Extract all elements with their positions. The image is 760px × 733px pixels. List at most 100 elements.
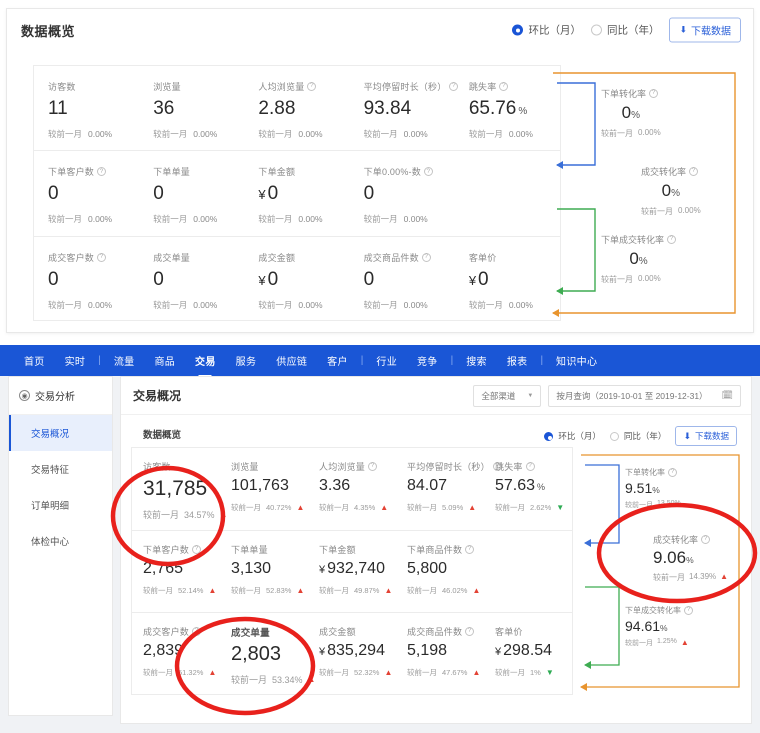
nav-item-14[interactable]: 报表 (497, 353, 538, 368)
metric-value: ¥298.54 (495, 642, 572, 660)
metric-label: 跳失率? (495, 460, 572, 473)
metric-label: 访客数 (48, 80, 139, 93)
top-metric-grid: 访客数 11 较前一月 0.00% 浏览量 36 较前一月 0.00% 人均浏览量? 2.88 较前… (33, 65, 561, 321)
metric-label-text: 平均停留时长（秒） (363, 82, 447, 92)
metric-row: 访客数 11 较前一月 0.00% 浏览量 36 较前一月 0.00% 人均浏览量? 2.88 较前… (34, 66, 560, 152)
metric-delta-label: 较前一月 (153, 299, 188, 310)
trend-up-icon: ▲ (296, 503, 305, 512)
top-data-overview-panel: 数据概览 环比（月） 同比（年） ⬇ 下载数据 访客数 11 较前一月 0.00% 浏览… (6, 8, 754, 333)
sidebar-item-3[interactable]: 体检中心 (9, 523, 112, 559)
metric-delta: 较前一月 34.57% ▲ (143, 508, 227, 521)
metric-value-number: 93.84 (363, 98, 412, 119)
metric-delta: 较前一月 1% ▼ (495, 667, 572, 678)
help-icon[interactable]: ? (97, 167, 107, 177)
help-icon[interactable]: ? (192, 627, 202, 637)
content-panel: 交易概况 全部渠道 ▼ 按月查询（2019-10-01 至 2019-12-31… (120, 376, 752, 724)
nav-item-6[interactable]: 服务 (226, 353, 267, 368)
metric-delta-value: 53.34% (272, 674, 303, 685)
nav-item-3[interactable]: 流量 (104, 353, 145, 368)
metric-delta: 较前一月 4.35% ▲ (319, 502, 396, 513)
metric-delta-value: 0.00% (88, 214, 113, 225)
help-icon[interactable]: ? (307, 82, 317, 91)
calendar-icon: 🗓 (721, 390, 733, 400)
help-icon[interactable]: ? (465, 544, 475, 554)
nav-item-7[interactable]: 供应链 (266, 353, 317, 368)
help-icon[interactable]: ? (525, 462, 535, 471)
nav-item-16[interactable]: 知识中心 (546, 353, 607, 368)
nav-item-1[interactable]: 实时 (55, 353, 96, 368)
date-range-picker[interactable]: 按月查询（2019-10-01 至 2019-12-31） 🗓 (548, 384, 741, 407)
metric-delta: 较前一月 0.00% (469, 128, 560, 140)
radio-year-over-year[interactable]: 同比（年） (590, 23, 659, 38)
help-icon[interactable]: ? (192, 544, 202, 554)
metric-value: ¥835,294 (319, 642, 396, 660)
download-data-button[interactable]: ⬇ 下载数据 (669, 17, 741, 43)
trend-up-icon: ▲ (720, 572, 729, 581)
help-icon[interactable]: ? (421, 252, 431, 262)
help-icon[interactable]: ? (684, 606, 693, 615)
help-icon[interactable]: ? (667, 235, 677, 244)
metric-delta-label: 较前一月 (231, 585, 261, 595)
nav-separator: | (540, 355, 544, 366)
trend-up-icon: ▲ (472, 585, 481, 595)
help-icon[interactable]: ? (423, 167, 433, 177)
metric-label: 下单商品件数? (407, 543, 484, 556)
channel-select[interactable]: 全部渠道 ▼ (473, 384, 542, 407)
lower-funnel-diagram: 下单转化率 ? 9.51% 较前一月 13.50% 成交转化率 ? 9.06% … (577, 447, 749, 695)
metric-label: 访客数 (143, 460, 220, 473)
currency-symbol: ¥ (495, 646, 502, 659)
help-icon[interactable]: ? (97, 252, 107, 262)
metric-unit: % (518, 106, 528, 117)
help-icon[interactable]: ? (701, 535, 711, 544)
help-icon[interactable]: ? (689, 167, 699, 176)
radio-month-over-month[interactable]: 环比（月） (544, 430, 601, 442)
nav-item-8[interactable]: 客户 (317, 353, 358, 368)
trend-up-icon: ▲ (468, 503, 477, 512)
download-data-button[interactable]: ⬇ 下载数据 (675, 426, 737, 446)
nav-item-5[interactable]: 交易 (185, 353, 226, 368)
sidebar-item-1[interactable]: 交易特征 (9, 451, 112, 487)
metric-delta-label: 较前一月 (407, 585, 437, 595)
main-navigation-bar: 首页 实时 | 流量 商品 交易 服务 供应链 客户 | 行业 竞争 | 搜索 报表 | 知识中心 (0, 345, 760, 376)
help-icon[interactable]: ? (499, 82, 509, 91)
metric-label-text: 访客数 (143, 462, 171, 472)
radio-label: 同比（年） (623, 431, 667, 441)
radio-dot-icon (512, 24, 524, 36)
radio-month-over-month[interactable]: 环比（月） (512, 23, 581, 38)
nav-item-11[interactable]: 竞争 (407, 353, 448, 368)
sidebar-item-2[interactable]: 订单明细 (9, 487, 112, 523)
metric-value-number: 835,294 (327, 642, 385, 660)
nav-item-10[interactable]: 行业 (366, 353, 407, 368)
metric-delta-value: 1% (530, 668, 541, 678)
metric-delta-value: 0.00% (508, 129, 533, 139)
metric-value: ¥0 (258, 269, 349, 291)
metric-delta-value: 0.00% (193, 214, 218, 225)
metric-delta-value: 0.00% (403, 214, 428, 225)
metric-cell: 下单单量 0 较前一月 0.00% (139, 151, 244, 235)
metric-delta: 较前一月 0.00% (364, 213, 455, 225)
nav-item-13[interactable]: 搜索 (456, 353, 497, 368)
help-icon[interactable]: ? (465, 627, 475, 637)
metric-delta-label: 较前一月 (143, 510, 180, 520)
nav-item-4[interactable]: 商品 (144, 353, 185, 368)
metric-delta-value: 4.35% (354, 503, 376, 512)
metric-delta-value: 52.32% (354, 668, 380, 678)
nav-item-0[interactable]: 首页 (14, 353, 55, 368)
metric-cell: 访客数 11 较前一月 0.00% (34, 66, 139, 150)
date-range-value: 按月查询（2019-10-01 至 2019-12-31） (556, 390, 708, 401)
funnel-item-order-deal-conversion: 下单成交转化率 ? 94.61% 较前一月 1.25% ▲ (625, 605, 693, 648)
metric-label-text: 下单单量 (153, 167, 191, 178)
channel-select-value: 全部渠道 (481, 390, 516, 401)
metric-label-text: 平均停留时长（秒） (407, 462, 490, 472)
metric-value-number: 101,763 (231, 477, 289, 494)
help-icon[interactable]: ? (668, 468, 677, 477)
help-icon[interactable]: ? (368, 462, 378, 471)
metric-delta-label: 较前一月 (231, 675, 268, 686)
sidebar-header-label: 交易分析 (35, 392, 75, 403)
sidebar-item-0[interactable]: 交易概况 (9, 415, 112, 451)
metric-label: 人均浏览量? (319, 460, 396, 473)
help-icon[interactable]: ? (649, 89, 659, 98)
metric-value-number: 2,765 (143, 559, 184, 577)
radio-year-over-year[interactable]: 同比（年） (609, 430, 667, 442)
content-header: 交易概况 全部渠道 ▼ 按月查询（2019-10-01 至 2019-12-31… (121, 377, 751, 415)
